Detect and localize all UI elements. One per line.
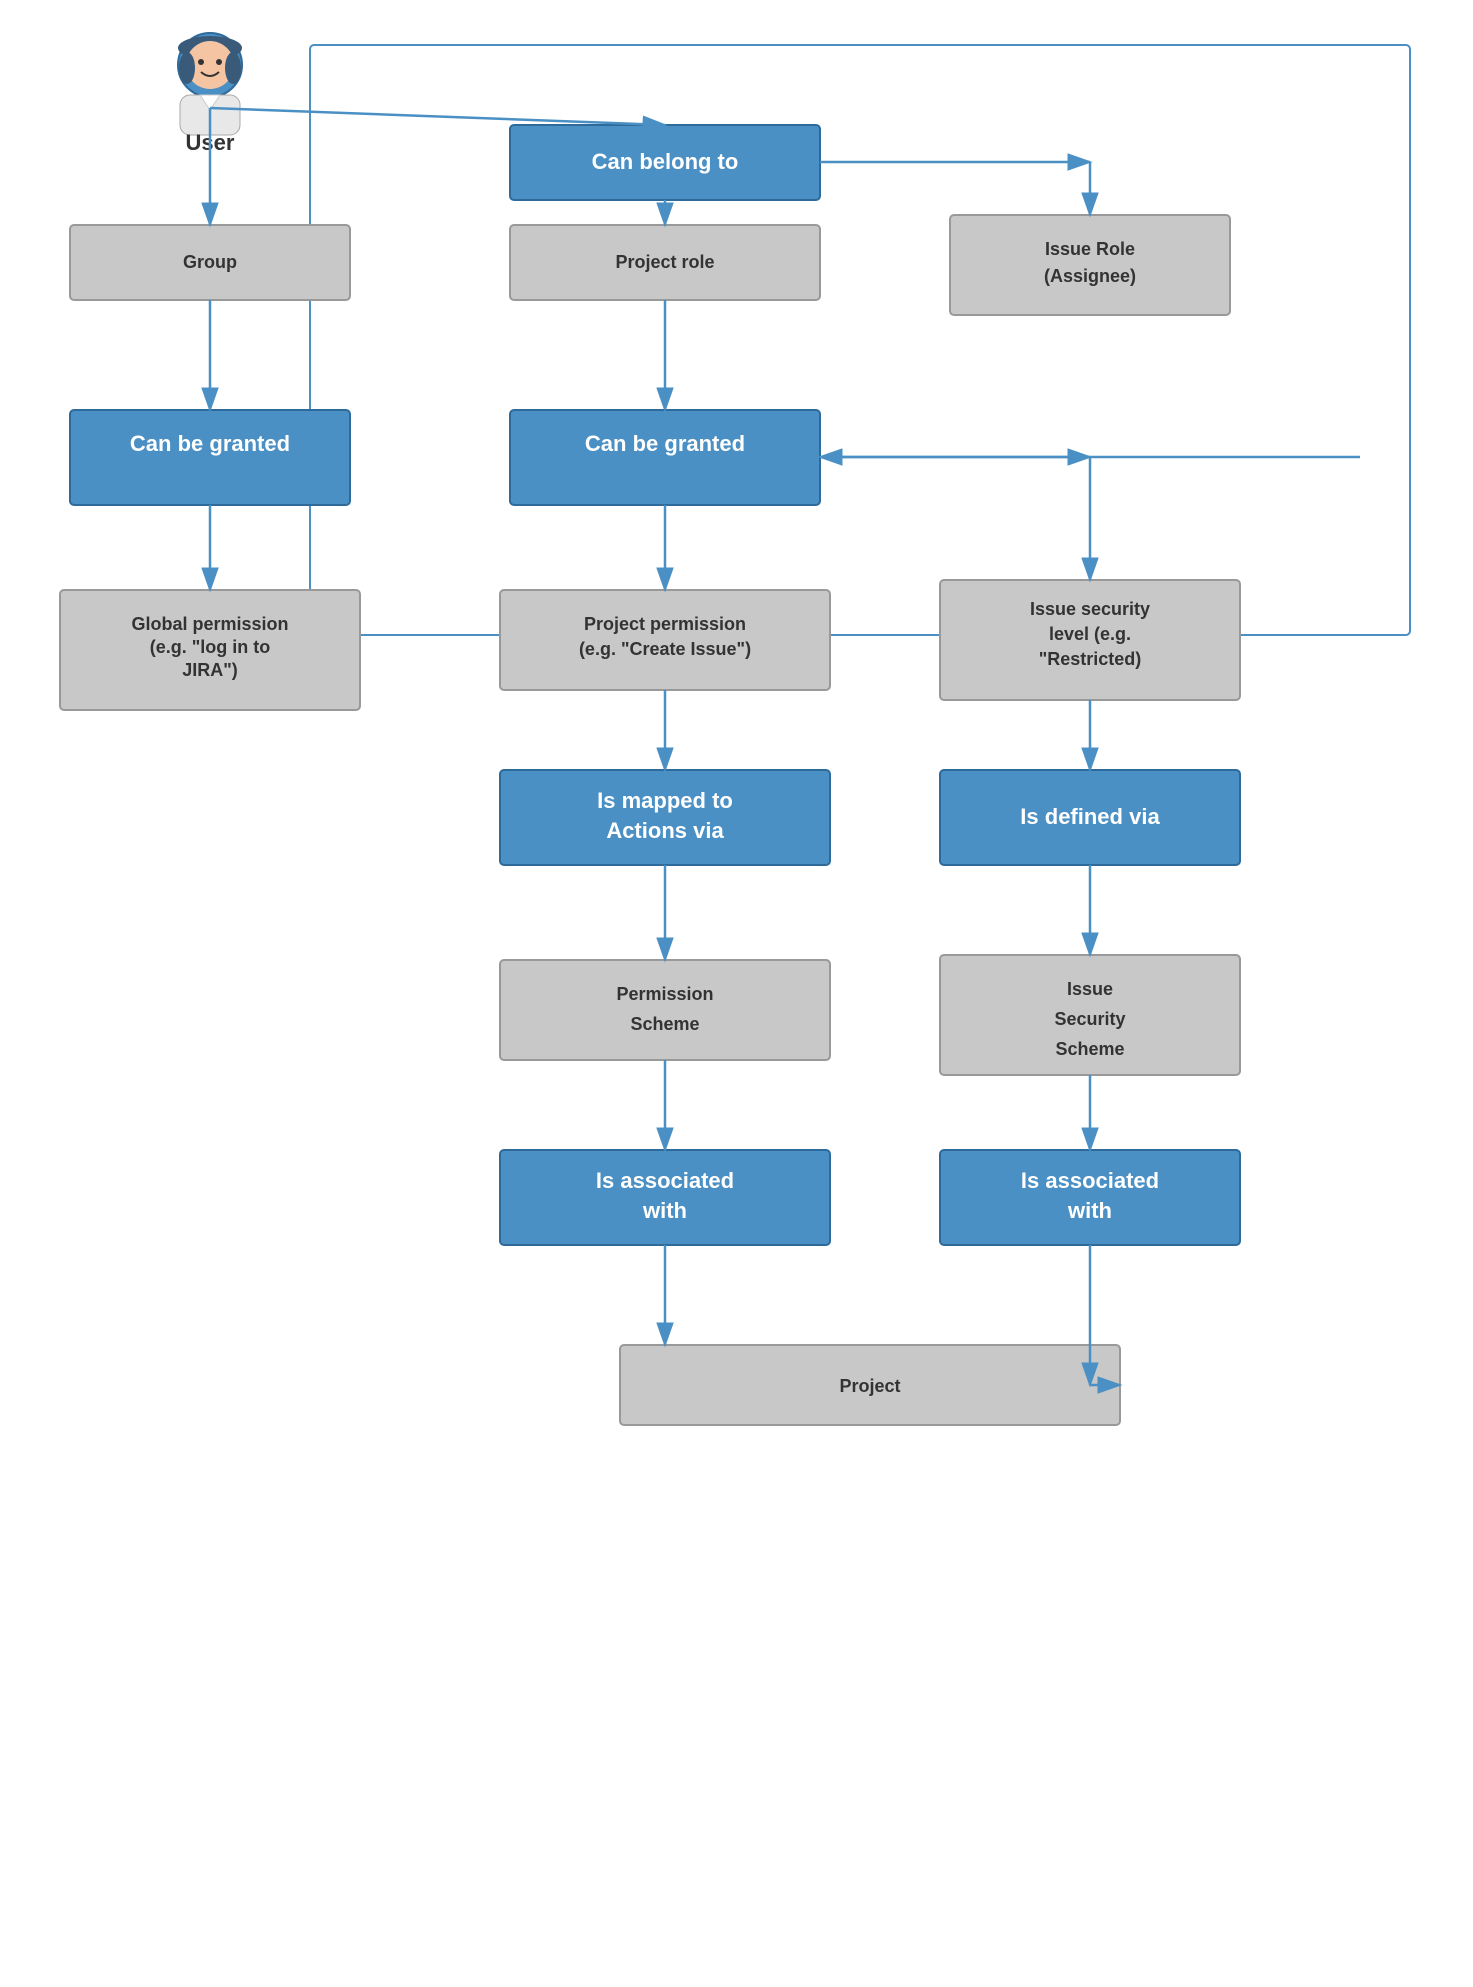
svg-text:Security: Security <box>1054 1009 1125 1029</box>
svg-text:Issue security: Issue security <box>1030 599 1150 619</box>
svg-text:Actions via: Actions via <box>606 818 724 843</box>
svg-text:Can be granted: Can be granted <box>585 431 745 456</box>
svg-text:Is mapped to: Is mapped to <box>597 788 733 813</box>
svg-text:Group: Group <box>183 252 237 272</box>
is-associated-with-right-node: Is associated with <box>940 1150 1240 1245</box>
is-associated-with-left-node: Is associated with <box>500 1150 830 1245</box>
svg-text:with: with <box>1067 1198 1112 1223</box>
svg-text:with: with <box>642 1198 687 1223</box>
svg-text:Scheme: Scheme <box>630 1014 699 1034</box>
svg-text:(e.g. "Create Issue"): (e.g. "Create Issue") <box>579 639 751 659</box>
svg-text:"Restricted): "Restricted) <box>1039 649 1142 669</box>
svg-text:Issue Role: Issue Role <box>1045 239 1135 259</box>
project-role-node: Project role <box>510 225 820 300</box>
arrow-user-to-canbelong <box>210 108 665 125</box>
svg-text:(e.g. "log in to: (e.g. "log in to <box>150 637 271 657</box>
svg-text:JIRA"): JIRA") <box>182 660 238 680</box>
issue-security-scheme-node: Issue Security Scheme <box>940 955 1240 1075</box>
is-mapped-to-actions-node: Is mapped to Actions via <box>500 770 830 865</box>
svg-text:Issue: Issue <box>1067 979 1113 999</box>
svg-text:Is associated: Is associated <box>596 1168 734 1193</box>
diagram-container: User Can belong to Group Project role Is… <box>0 0 1473 1987</box>
diagram-svg: User Can belong to Group Project role Is… <box>0 0 1473 1987</box>
svg-text:Project permission: Project permission <box>584 614 746 634</box>
svg-text:Can be granted: Can be granted <box>130 431 290 456</box>
svg-text:Global permission: Global permission <box>131 614 288 634</box>
is-defined-via-node: Is defined via <box>940 770 1240 865</box>
project-node: Project <box>620 1345 1120 1425</box>
outline-box <box>310 45 1410 635</box>
issue-role-node: Issue Role (Assignee) <box>950 215 1230 315</box>
svg-text:Is associated: Is associated <box>1021 1168 1159 1193</box>
can-belong-to-node: Can belong to <box>510 125 820 200</box>
group-node: Group <box>70 225 350 300</box>
svg-text:level (e.g.: level (e.g. <box>1049 624 1131 644</box>
svg-text:Permission: Permission <box>616 984 713 1004</box>
project-permission-node: Project permission (e.g. "Create Issue") <box>500 590 830 690</box>
permission-scheme-node: Permission Scheme <box>500 960 830 1060</box>
global-permission-node: Global permission (e.g. "log in to JIRA"… <box>60 590 360 710</box>
svg-text:Can belong to: Can belong to <box>592 149 739 174</box>
svg-text:Scheme: Scheme <box>1055 1039 1124 1059</box>
can-be-granted-right-node: Can be granted <box>510 410 820 505</box>
svg-text:Project: Project <box>839 1376 900 1396</box>
svg-text:Project role: Project role <box>615 252 714 272</box>
svg-text:(Assignee): (Assignee) <box>1044 266 1136 286</box>
can-be-granted-left-node: Can be granted <box>70 410 350 505</box>
svg-text:Is defined via: Is defined via <box>1020 804 1160 829</box>
issue-security-level-node: Issue security level (e.g. "Restricted) <box>940 580 1240 700</box>
